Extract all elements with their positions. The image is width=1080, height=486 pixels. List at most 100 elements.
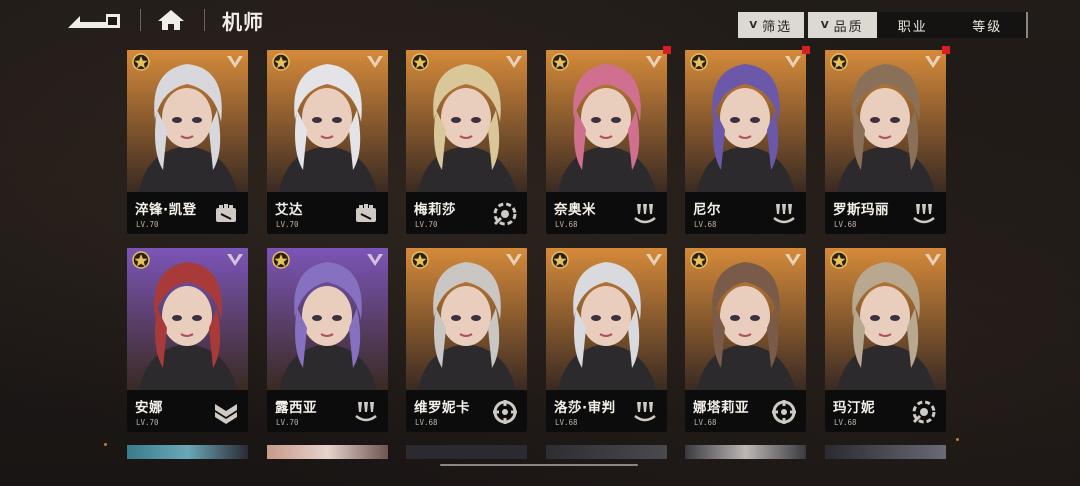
pilot-portrait xyxy=(825,50,946,192)
pilot-portrait xyxy=(406,50,527,192)
pilot-level: LV.70 xyxy=(136,220,159,229)
pilot-info-bar: 露西亚 LV.70 xyxy=(267,390,388,432)
sort-level-button[interactable]: 等级 xyxy=(948,12,1026,38)
star-rank-icon xyxy=(132,251,150,269)
pilot-level: LV.68 xyxy=(694,418,717,427)
pilot-card[interactable]: 安娜 LV.70 xyxy=(127,248,248,432)
ember-particle xyxy=(104,443,107,446)
pilot-info-bar: 洛莎·审判 LV.68 xyxy=(546,390,667,432)
faction-icon xyxy=(506,254,522,266)
triple-drop-icon xyxy=(770,200,798,228)
pilot-name: 娜塔莉亚 xyxy=(693,400,749,416)
fist-icon xyxy=(352,200,380,228)
pilot-card[interactable]: 露西亚 LV.70 xyxy=(267,248,388,432)
star-rank-icon xyxy=(132,53,150,71)
pilot-info-bar: 尼尔 LV.68 xyxy=(685,192,806,234)
chevron-down-icon: V xyxy=(820,19,831,31)
triple-drop-icon xyxy=(631,200,659,228)
triple-drop-icon xyxy=(352,398,380,426)
crosshair-icon xyxy=(770,398,798,426)
page-title: 机师 xyxy=(222,10,264,34)
faction-icon xyxy=(785,56,801,68)
chevron-down-icon: V xyxy=(749,19,760,31)
pilot-portrait xyxy=(267,50,388,192)
pilot-portrait xyxy=(546,50,667,192)
pilot-info-bar: 娜塔莉亚 LV.68 xyxy=(685,390,806,432)
pilot-portrait xyxy=(406,248,527,390)
scroll-indicator[interactable] xyxy=(440,464,638,466)
pilot-name: 玛汀妮 xyxy=(833,400,875,416)
star-rank-icon xyxy=(830,53,848,71)
pilot-card[interactable]: 奈奥米 LV.68 xyxy=(546,50,667,234)
crosshair-icon xyxy=(491,398,519,426)
pilot-level: LV.70 xyxy=(276,220,299,229)
class-label: 职业 xyxy=(897,19,928,35)
pilot-card[interactable]: 维罗妮卡 LV.68 xyxy=(406,248,527,432)
pilot-card-partial[interactable] xyxy=(267,445,388,459)
pilot-level: LV.68 xyxy=(555,220,578,229)
back-button[interactable] xyxy=(66,8,124,32)
star-rank-icon xyxy=(690,251,708,269)
fist-icon xyxy=(212,200,240,228)
faction-icon xyxy=(925,254,941,266)
star-rank-icon xyxy=(551,251,569,269)
pilot-card-partial[interactable] xyxy=(546,445,667,459)
wrench-gear-icon xyxy=(491,200,519,228)
pilot-name: 维罗妮卡 xyxy=(414,400,470,416)
new-badge xyxy=(802,46,810,54)
pilot-info-bar: 奈奥米 LV.68 xyxy=(546,192,667,234)
new-badge xyxy=(942,46,950,54)
triple-drop-icon xyxy=(631,398,659,426)
pilot-card-partial[interactable] xyxy=(127,445,248,459)
back-arrow-icon xyxy=(68,14,120,28)
faction-icon xyxy=(646,56,662,68)
pilot-level: LV.70 xyxy=(415,220,438,229)
pilot-card[interactable]: 娜塔莉亚 LV.68 xyxy=(685,248,806,432)
filter-label: 筛选 xyxy=(762,19,793,35)
pilot-card[interactable]: 玛汀妮 LV.68 xyxy=(825,248,946,432)
pilot-card-partial[interactable] xyxy=(406,445,527,459)
top-bar: 机师 V 筛选 V 品质 职业 等级 xyxy=(0,0,1080,44)
pilot-portrait xyxy=(685,50,806,192)
pilot-info-bar: 安娜 LV.70 xyxy=(127,390,248,432)
pilot-card[interactable]: 洛莎·审判 LV.68 xyxy=(546,248,667,432)
pilot-level: LV.68 xyxy=(834,220,857,229)
pilot-card[interactable]: 梅莉莎 LV.70 xyxy=(406,50,527,234)
pilot-info-bar: 维罗妮卡 LV.68 xyxy=(406,390,527,432)
pilot-name: 奈奥米 xyxy=(554,202,596,218)
star-rank-icon xyxy=(272,251,290,269)
pilot-card[interactable]: 尼尔 LV.68 xyxy=(685,50,806,234)
pilot-card-partial[interactable] xyxy=(685,445,806,459)
home-button[interactable] xyxy=(156,8,186,32)
pilot-card[interactable]: 艾达 LV.70 xyxy=(267,50,388,234)
pilot-info-bar: 艾达 LV.70 xyxy=(267,192,388,234)
star-rank-icon xyxy=(272,53,290,71)
pilot-name: 洛莎·审判 xyxy=(554,400,616,416)
pilot-portrait xyxy=(825,248,946,390)
faction-icon xyxy=(227,56,243,68)
pilot-info-bar: 玛汀妮 LV.68 xyxy=(825,390,946,432)
faction-icon xyxy=(785,254,801,266)
pilot-level: LV.68 xyxy=(694,220,717,229)
pilot-info-bar: 梅莉莎 LV.70 xyxy=(406,192,527,234)
faction-icon xyxy=(925,56,941,68)
filter-button[interactable]: V 筛选 xyxy=(738,12,804,38)
pilot-card[interactable]: 罗斯玛丽 LV.68 xyxy=(825,50,946,234)
star-rank-icon xyxy=(690,53,708,71)
faction-icon xyxy=(367,56,383,68)
pilot-level: LV.68 xyxy=(555,418,578,427)
sort-class-button[interactable]: 职业 xyxy=(877,12,949,38)
pilot-level: LV.68 xyxy=(415,418,438,427)
wrench-gear-icon xyxy=(910,398,938,426)
pilot-level: LV.68 xyxy=(834,418,857,427)
pilot-card[interactable]: 淬锋·凯登 LV.70 xyxy=(127,50,248,234)
pilot-name: 艾达 xyxy=(275,202,303,218)
new-badge xyxy=(663,46,671,54)
pilot-level: LV.70 xyxy=(276,418,299,427)
faction-icon xyxy=(646,254,662,266)
sort-quality-button[interactable]: V 品质 xyxy=(807,12,878,38)
faction-icon xyxy=(227,254,243,266)
divider xyxy=(204,9,205,31)
pilot-card-partial[interactable] xyxy=(825,445,946,459)
star-rank-icon xyxy=(830,251,848,269)
